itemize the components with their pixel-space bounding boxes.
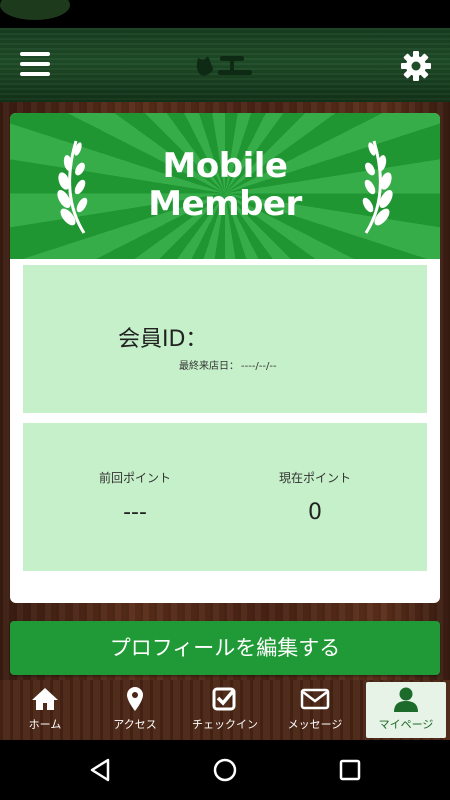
tab-checkin[interactable]: チェックイン — [185, 682, 265, 738]
back-triangle-icon[interactable] — [86, 756, 114, 784]
checkbox-icon — [212, 687, 236, 711]
member-id-panel: 会員ID： 最終来店日： ----/--/-- — [23, 265, 427, 413]
status-bar-decoration — [0, 0, 70, 20]
member-id-label: 会員ID： — [118, 327, 208, 352]
recents-square-icon[interactable] — [336, 756, 364, 784]
status-bar — [0, 0, 450, 28]
member-banner: Mobile Member — [10, 113, 440, 259]
last-visit-label: 最終来店日： — [179, 361, 239, 372]
home-circle-icon[interactable] — [211, 756, 239, 784]
current-points-label: 現在ポイント — [278, 471, 351, 485]
last-visit-date: 最終来店日： ----/--/-- — [177, 357, 277, 372]
tab-home[interactable]: ホーム — [5, 682, 85, 738]
current-points: 現在ポイント 0 — [235, 469, 395, 525]
tab-access-label: アクセス — [113, 718, 157, 731]
system-nav-bar — [0, 740, 450, 800]
tab-home-label: ホーム — [28, 718, 62, 731]
current-points-value: 0 — [308, 500, 322, 525]
previous-points-label: 前回ポイント — [98, 471, 171, 485]
laurel-right-icon — [362, 140, 393, 234]
gear-icon[interactable] — [400, 50, 432, 82]
tab-checkin-label: チェックイン — [192, 718, 258, 731]
previous-points-value: --- — [123, 500, 147, 525]
points-panel: 前回ポイント --- 現在ポイント 0 — [23, 423, 427, 571]
tab-message[interactable]: メッセージ — [275, 682, 355, 738]
hamburger-menu-icon[interactable] — [20, 52, 50, 78]
map-pin-icon — [127, 687, 143, 711]
shop-logo — [196, 56, 252, 76]
tab-access[interactable]: アクセス — [95, 682, 175, 738]
app-header — [0, 28, 450, 102]
tab-mypage-label: マイページ — [378, 718, 434, 731]
person-icon — [394, 687, 418, 712]
edit-profile-button[interactable]: プロフィールを編集する — [10, 621, 440, 675]
envelope-icon — [300, 688, 330, 710]
home-icon — [32, 688, 58, 710]
tab-mypage[interactable]: マイページ — [366, 682, 446, 738]
previous-points: 前回ポイント --- — [55, 469, 215, 525]
tab-message-label: メッセージ — [287, 718, 343, 731]
last-visit-value: ----/--/-- — [241, 361, 277, 372]
bottom-tab-bar: ホーム アクセス チェックイン メッセージ マイページ — [0, 680, 450, 740]
member-card: Mobile Member 会員ID： 最終来店日： ----/--/-- 前回… — [10, 113, 440, 603]
